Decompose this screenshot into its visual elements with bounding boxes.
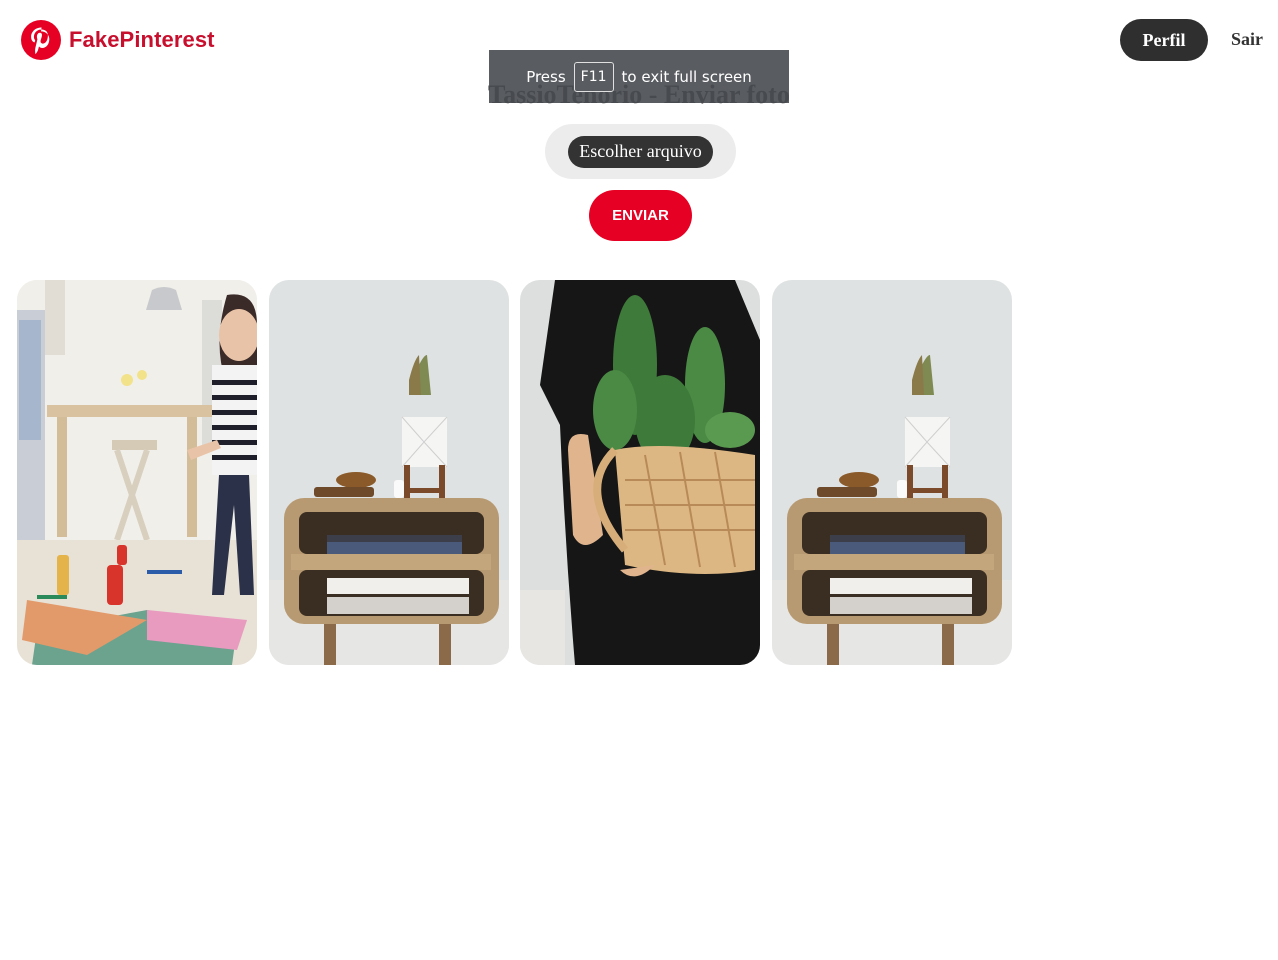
- fullscreen-notice: Press F11 to exit full screen: [489, 50, 789, 103]
- logout-link[interactable]: Sair: [1231, 29, 1263, 50]
- fullscreen-notice-prefix: Press: [526, 67, 566, 86]
- photo-child-drawing: [17, 280, 257, 665]
- fullscreen-notice-suffix: to exit full screen: [621, 67, 752, 86]
- photo-card[interactable]: [17, 280, 257, 665]
- fullscreen-key: F11: [573, 61, 614, 92]
- submit-button[interactable]: ENVIAR: [589, 190, 692, 241]
- choose-file-button[interactable]: Escolher arquivo: [568, 135, 713, 168]
- pinterest-logo-icon: [21, 20, 61, 60]
- photo-nightstand: [772, 280, 1012, 665]
- photo-cactus-basket: [520, 280, 760, 665]
- brand-name: FakePinterest: [69, 27, 215, 52]
- profile-button[interactable]: Perfil: [1120, 19, 1208, 61]
- photo-card[interactable]: [520, 280, 760, 665]
- photo-card[interactable]: [772, 280, 1012, 665]
- brand-logo[interactable]: FakePinterest: [21, 20, 215, 60]
- file-input[interactable]: Escolher arquivo: [545, 124, 736, 179]
- photo-card[interactable]: [269, 280, 509, 665]
- photo-nightstand: [269, 280, 509, 665]
